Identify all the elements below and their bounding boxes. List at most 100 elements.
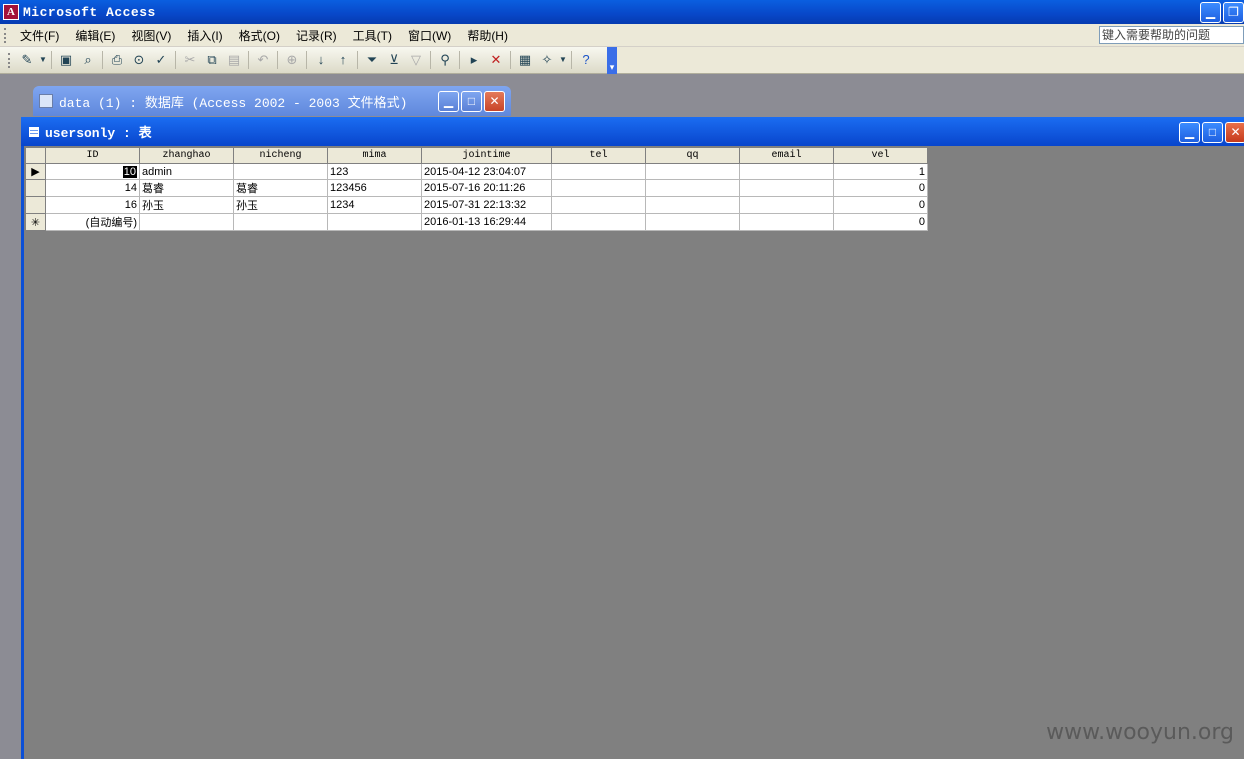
menu-window[interactable]: 窗口(W) [400, 27, 459, 44]
filter-by-form-icon[interactable]: ⊻ [383, 49, 405, 71]
sort-ascending-icon[interactable]: ↓ [310, 49, 332, 71]
cell-mima[interactable] [327, 213, 422, 231]
cell-jointime[interactable]: 2015-07-31 22:13:32 [421, 196, 552, 214]
menu-insert[interactable]: 插入(I) [179, 27, 230, 44]
restore-button[interactable]: ❐ [1223, 2, 1244, 23]
column-header[interactable]: vel [833, 147, 928, 164]
copy-icon[interactable]: ⧉ [201, 49, 223, 71]
cell-email[interactable] [739, 179, 834, 197]
cut-icon[interactable]: ✂ [179, 49, 201, 71]
select-all-corner[interactable] [25, 147, 46, 164]
cell-vel[interactable]: 0 [833, 196, 928, 214]
print-icon[interactable]: ⎙ [106, 49, 128, 71]
toolbar-grip-handle[interactable] [8, 52, 11, 68]
cell-mima[interactable]: 123 [327, 163, 422, 180]
cell-qq[interactable] [645, 163, 740, 180]
table-window-title: usersonly : 表 [45, 126, 152, 141]
database-window[interactable]: data (1) : 数据库 (Access 2002 - 2003 文件格式)… [33, 86, 511, 116]
spelling-icon[interactable]: ✓ [150, 49, 172, 71]
hyperlink-icon[interactable]: ⊕ [281, 49, 303, 71]
cell-tel[interactable] [551, 196, 646, 214]
cell-nicheng[interactable]: 孙玉 [233, 196, 328, 214]
db-minimize-button[interactable]: ▁ [438, 91, 459, 112]
column-header[interactable]: zhanghao [139, 147, 234, 164]
cell-nicheng[interactable] [233, 163, 328, 180]
menu-format[interactable]: 格式(O) [231, 27, 288, 44]
cell-qq[interactable] [645, 179, 740, 197]
minimize-button[interactable]: ▁ [1200, 2, 1221, 23]
new-record-icon[interactable]: ✳ [25, 213, 46, 231]
cell-zhanghao[interactable]: admin [139, 163, 234, 180]
menu-file[interactable]: 文件(F) [12, 27, 67, 44]
cell-zhanghao[interactable] [139, 213, 234, 231]
cell-email[interactable] [739, 213, 834, 231]
print-preview-icon[interactable]: ⊙ [128, 49, 150, 71]
new-object-icon[interactable]: ✧ [536, 49, 558, 71]
column-header[interactable]: jointime [421, 147, 552, 164]
menu-tools[interactable]: 工具(T) [345, 27, 400, 44]
record-selector[interactable] [25, 179, 46, 197]
db-close-button[interactable]: ✕ [484, 91, 505, 112]
cell-id[interactable]: (自动编号) [45, 213, 140, 231]
column-header[interactable]: qq [645, 147, 740, 164]
cell-vel[interactable]: 1 [833, 163, 928, 180]
cell-qq[interactable] [645, 213, 740, 231]
cell-tel[interactable] [551, 179, 646, 197]
cell-mima[interactable]: 1234 [327, 196, 422, 214]
cell-id-value[interactable]: 10 [122, 165, 137, 178]
cell-email[interactable] [739, 163, 834, 180]
dropdown-arrow-icon[interactable]: ▼ [38, 49, 48, 71]
cell-vel[interactable]: 0 [833, 179, 928, 197]
paste-icon[interactable]: ▤ [223, 49, 245, 71]
cell-zhanghao[interactable]: 孙玉 [139, 196, 234, 214]
cell-id[interactable]: 14 [45, 179, 140, 197]
cell-zhanghao[interactable]: 葛睿 [139, 179, 234, 197]
design-view-icon[interactable]: ✎ [16, 49, 38, 71]
database-window-icon[interactable]: ▦ [514, 49, 536, 71]
table-maximize-button[interactable]: □ [1202, 122, 1223, 143]
column-header[interactable]: nicheng [233, 147, 328, 164]
delete-record-icon[interactable]: ✕ [485, 49, 507, 71]
current-record-icon[interactable]: ▶ [25, 163, 46, 180]
cell-jointime[interactable]: 2016-01-13 16:29:44 [421, 213, 552, 231]
access-app-icon[interactable]: A [3, 4, 19, 20]
db-maximize-button[interactable]: □ [461, 91, 482, 112]
cell-jointime[interactable]: 2015-07-16 20:11:26 [421, 179, 552, 197]
save-icon[interactable]: ▣ [55, 49, 77, 71]
column-header[interactable]: tel [551, 147, 646, 164]
cell-nicheng[interactable]: 葛睿 [233, 179, 328, 197]
dropdown-arrow-icon[interactable]: ▼ [558, 49, 568, 71]
find-icon[interactable]: ⚲ [434, 49, 456, 71]
sort-descending-icon[interactable]: ↑ [332, 49, 354, 71]
search-file-icon[interactable]: ⌕ [77, 49, 99, 71]
menu-grip-handle[interactable] [4, 27, 7, 43]
undo-icon[interactable]: ↶ [252, 49, 274, 71]
cell-vel[interactable]: 0 [833, 213, 928, 231]
app-window-controls: ▁ ❐ [1200, 2, 1244, 23]
help-question-input[interactable]: 键入需要帮助的问题 [1099, 26, 1244, 44]
record-selector[interactable] [25, 196, 46, 214]
column-header[interactable]: email [739, 147, 834, 164]
filter-by-selection-icon[interactable]: ⏷ [361, 49, 383, 71]
cell-tel[interactable] [551, 163, 646, 180]
apply-filter-icon[interactable]: ▽ [405, 49, 427, 71]
cell-email[interactable] [739, 196, 834, 214]
cell-qq[interactable] [645, 196, 740, 214]
menu-edit[interactable]: 编辑(E) [67, 27, 123, 44]
toolbar-options-icon[interactable]: ▾ [607, 46, 617, 74]
menu-records[interactable]: 记录(R) [288, 27, 345, 44]
table-minimize-button[interactable]: ▁ [1179, 122, 1200, 143]
new-record-icon[interactable]: ▸ [463, 49, 485, 71]
cell-mima[interactable]: 123456 [327, 179, 422, 197]
cell-nicheng[interactable] [233, 213, 328, 231]
cell-tel[interactable] [551, 213, 646, 231]
cell-id[interactable]: 10 [45, 163, 140, 180]
column-header[interactable]: mima [327, 147, 422, 164]
help-icon[interactable]: ? [575, 49, 597, 71]
cell-id[interactable]: 16 [45, 196, 140, 214]
menu-view[interactable]: 视图(V) [123, 27, 179, 44]
table-close-button[interactable]: ✕ [1225, 122, 1244, 143]
menu-help[interactable]: 帮助(H) [459, 27, 516, 44]
column-header[interactable]: ID [45, 147, 140, 164]
cell-jointime[interactable]: 2015-04-12 23:04:07 [421, 163, 552, 180]
